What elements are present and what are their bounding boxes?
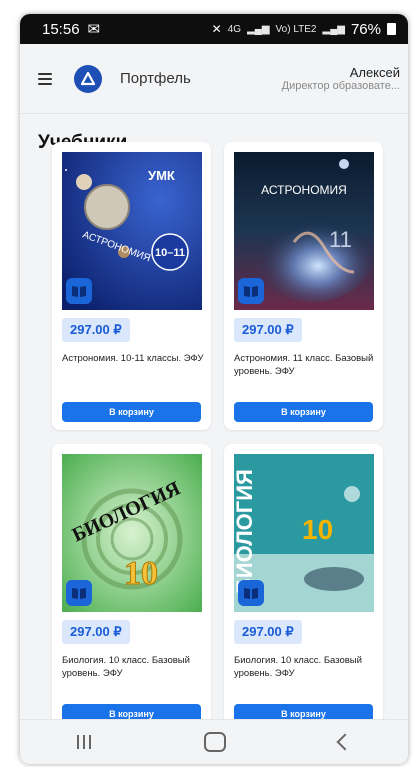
efu-badge-icon — [238, 580, 264, 606]
book-card[interactable]: 10–11 УМК АСТРОНОМИЯ 297.00 ₽ Астрономия… — [52, 142, 211, 430]
signal-icon-2: ▂▄▆ — [322, 23, 345, 35]
cover-title: БИОЛОГИЯ — [234, 469, 257, 594]
network-type: 4G — [227, 23, 242, 35]
book-title[interactable]: Астрономия. 10-11 классы. ЭФУ — [62, 352, 207, 365]
efu-badge-icon — [238, 278, 264, 304]
price-tag: 297.00 ₽ — [234, 620, 302, 644]
book-title[interactable]: Астрономия. 11 класс. Базовый уровень. Э… — [234, 352, 379, 378]
cover-series: УМК — [148, 168, 175, 183]
price-tag: 297.00 ₽ — [62, 318, 130, 342]
efu-badge-icon — [66, 580, 92, 606]
cover-grade: 10 — [124, 555, 158, 592]
book-cover[interactable]: АСТРОНОМИЯ 11 — [234, 152, 374, 310]
book-title[interactable]: Биология. 10 класс. Базовый уровень. ЭФУ — [234, 654, 379, 680]
mute-icon: ✕ — [211, 22, 222, 36]
cover-grade: 10–11 — [155, 247, 185, 259]
book-cover[interactable]: 10–11 УМК АСТРОНОМИЯ — [62, 152, 202, 310]
lte-label: Vo) LTE2 — [275, 23, 317, 35]
system-nav-bar — [20, 719, 408, 764]
back-icon[interactable] — [336, 733, 354, 751]
book-card[interactable]: БИОЛОГИЯ 10 297.00 ₽ Биология. 10 класс.… — [52, 444, 211, 732]
signal-icon: ▂▄▆ — [247, 23, 270, 35]
notification-icon: ✉ — [87, 21, 101, 38]
app-logo-icon[interactable] — [74, 64, 102, 93]
book-cover[interactable]: БИОЛОГИЯ 10 — [234, 454, 374, 612]
battery-percent: 76% — [350, 20, 381, 38]
cover-grade: 11 — [329, 227, 352, 252]
user-profile[interactable]: Алексей Директор образовате... — [282, 65, 400, 92]
status-bar: 15:56 ✉ ✕ 4G ▂▄▆ Vo) LTE2 ▂▄▆ 76% — [20, 14, 408, 44]
cover-grade: 10 — [302, 514, 333, 545]
hamburger-menu-icon[interactable] — [38, 72, 52, 85]
home-icon[interactable] — [203, 732, 226, 752]
price-tag: 297.00 ₽ — [234, 318, 302, 342]
book-card[interactable]: БИОЛОГИЯ 10 297.00 ₽ Биология. 10 класс.… — [224, 444, 383, 732]
cover-title: АСТРОНОМИЯ — [261, 183, 347, 197]
user-name: Алексей — [349, 65, 400, 80]
app-header: Портфель Алексей Директор образовате... — [20, 44, 408, 114]
book-card[interactable]: АСТРОНОМИЯ 11 297.00 ₽ Астрономия. 11 кл… — [224, 142, 383, 430]
user-role: Директор образовате... — [281, 80, 400, 92]
price-tag: 297.00 ₽ — [62, 620, 130, 644]
phone-screen: 15:56 ✉ ✕ 4G ▂▄▆ Vo) LTE2 ▂▄▆ 76% Портфе… — [20, 14, 408, 764]
battery-icon — [387, 23, 396, 35]
efu-badge-icon — [66, 278, 92, 304]
clock: 15:56 — [42, 20, 80, 38]
recent-apps-icon[interactable] — [76, 735, 91, 749]
add-to-cart-button[interactable]: В корзину — [62, 402, 201, 422]
add-to-cart-button[interactable]: В корзину — [234, 402, 373, 422]
book-title[interactable]: Биология. 10 класс. Базовый уровень. ЭФУ — [62, 654, 207, 680]
app-title: Портфель — [120, 70, 191, 87]
book-cover[interactable]: БИОЛОГИЯ 10 — [62, 454, 202, 612]
